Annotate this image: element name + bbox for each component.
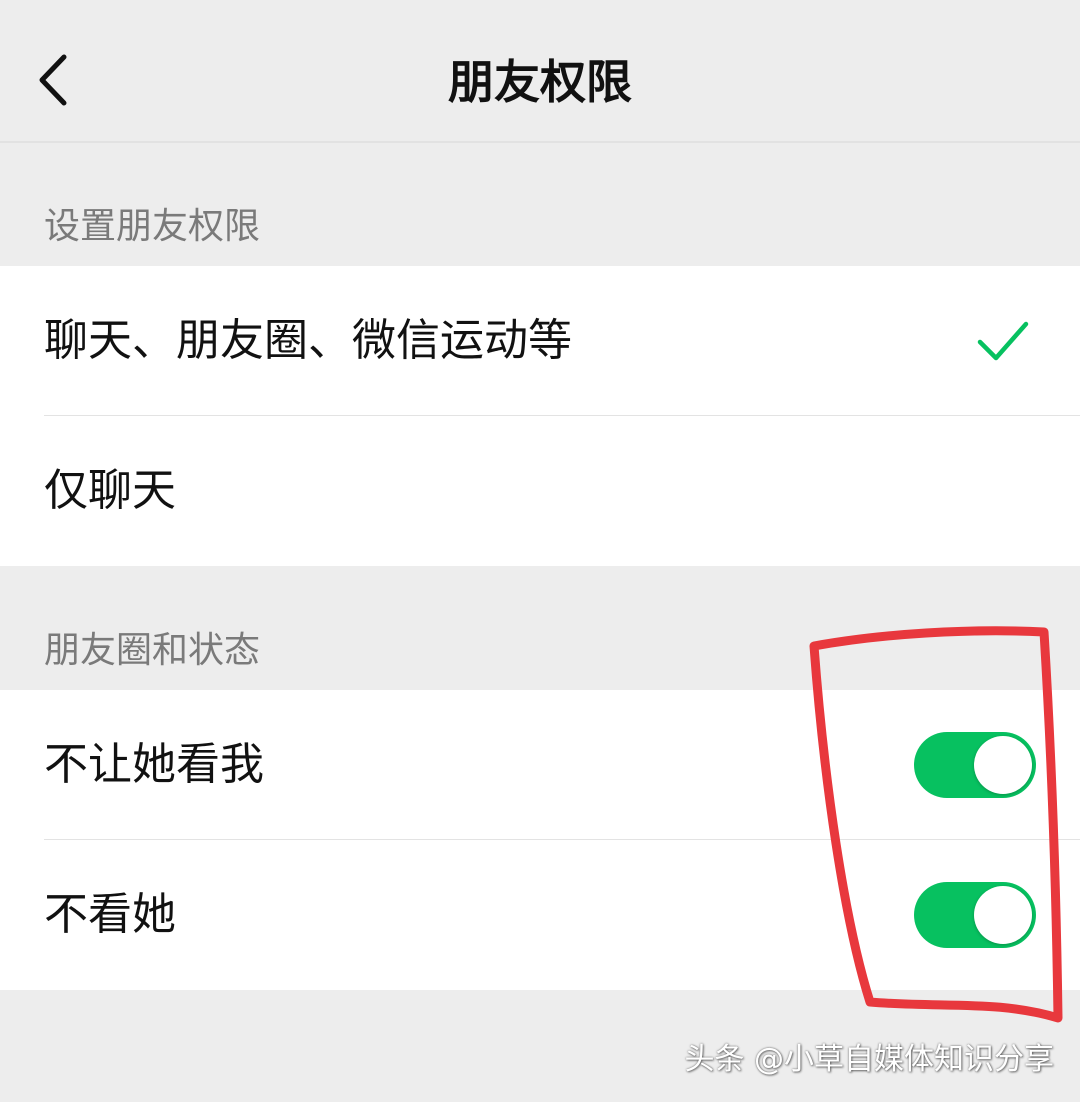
toggle-row-hide-my-moments: 不让她看我 [0,690,1080,840]
toggle-row-hide-her-moments: 不看她 [0,840,1080,990]
option-label: 仅聊天 [44,465,176,516]
toggle-knob [974,886,1032,944]
option-label: 聊天、朋友圈、微信运动等 [44,315,572,366]
moments-toggles-group: 不让她看我 不看她 [0,690,1080,990]
hide-my-moments-toggle[interactable] [914,732,1036,798]
section-header-permissions: 设置朋友权限 [44,206,261,247]
checkmark-icon [977,321,1029,361]
toggle-label: 不让她看我 [44,739,264,790]
option-row-chat-only[interactable]: 仅聊天 [0,416,1080,566]
hide-her-moments-toggle[interactable] [914,882,1036,948]
watermark: 头条 @小草自媒体知识分享 [684,1042,1054,1077]
option-row-full-access[interactable]: 聊天、朋友圈、微信运动等 [0,266,1080,416]
section-header-moments: 朋友圈和状态 [44,630,261,671]
page-title: 朋友权限 [448,55,632,109]
toggle-label: 不看她 [44,889,176,940]
permission-options-group: 聊天、朋友圈、微信运动等 仅聊天 [0,266,1080,566]
toggle-knob [974,736,1032,794]
nav-bar: 朋友权限 [0,0,1080,143]
